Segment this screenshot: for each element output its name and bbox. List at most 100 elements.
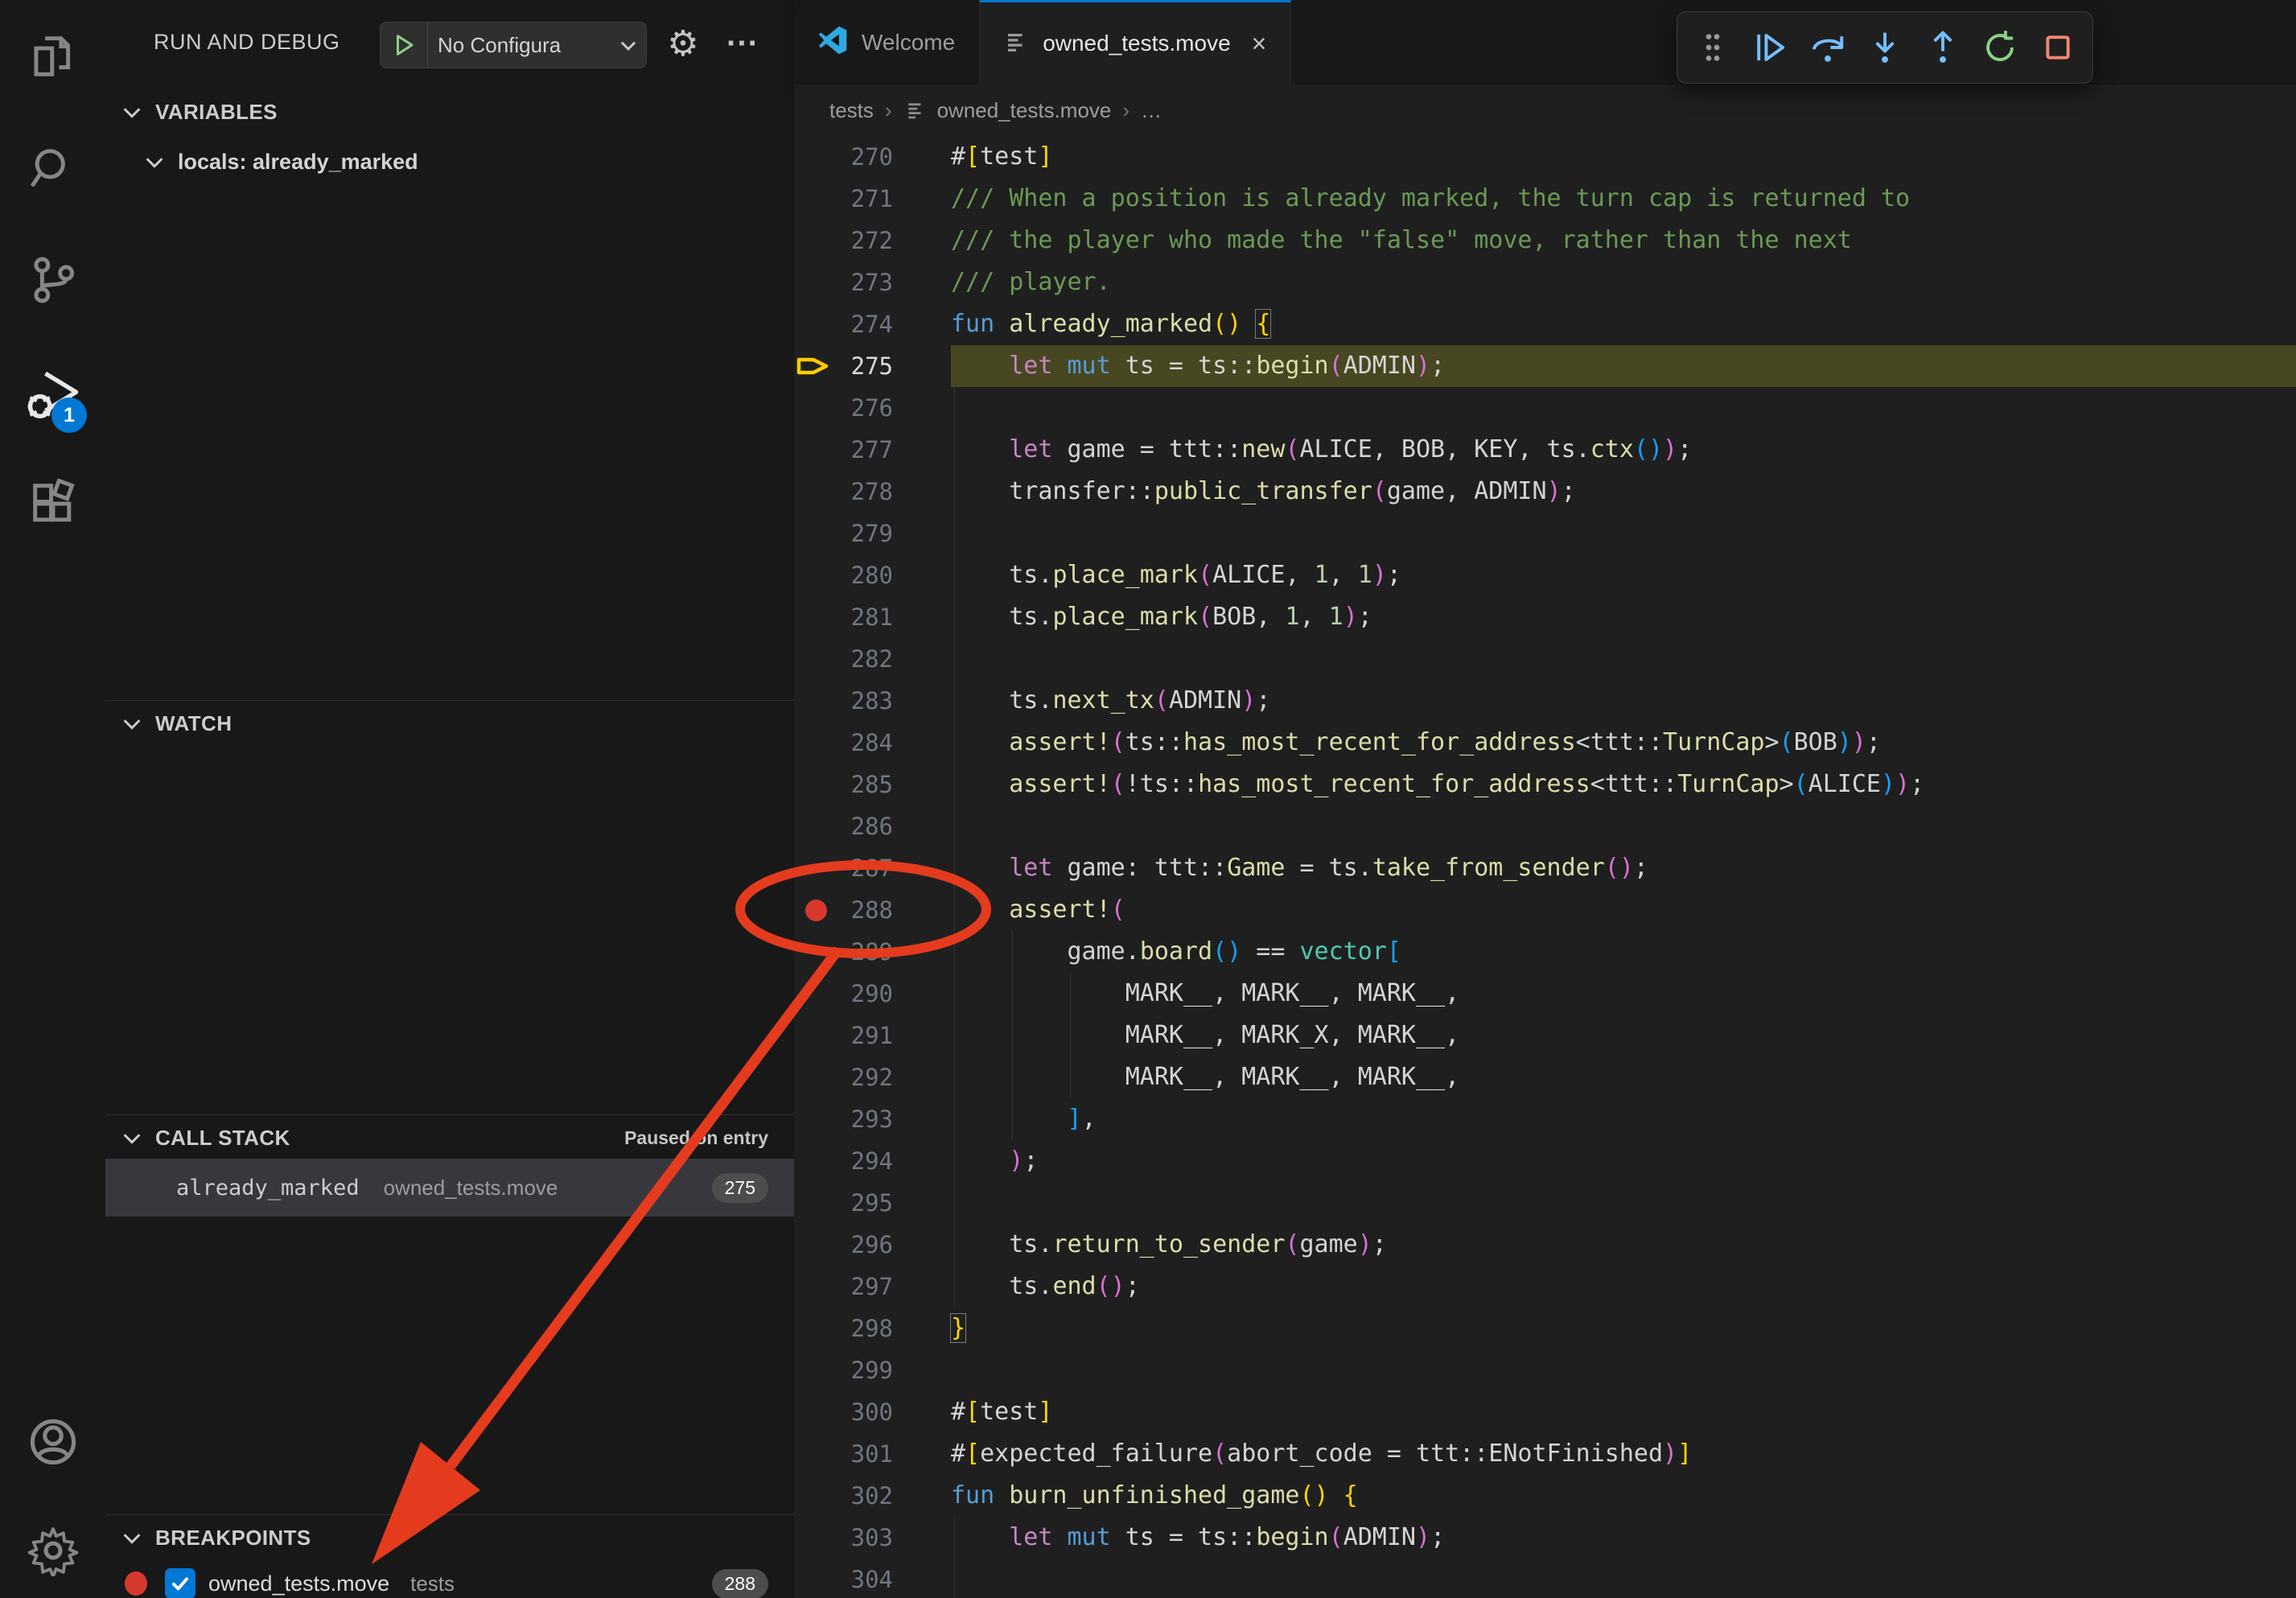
line-number[interactable]: 273	[794, 262, 951, 303]
line-number[interactable]: 278	[794, 471, 951, 513]
launch-config-dropdown[interactable]: No Configura	[380, 22, 647, 68]
code-line-text	[951, 805, 2296, 847]
chevron-down-icon	[120, 100, 144, 124]
line-number[interactable]: 297	[794, 1266, 951, 1308]
tab-welcome[interactable]: Welcome	[794, 0, 980, 84]
line-number[interactable]: 293	[794, 1098, 951, 1140]
breadcrumb-folder[interactable]: tests	[829, 98, 874, 123]
chevron-down-icon	[142, 150, 167, 174]
code-line-287: 287 let game: ttt::Game = ts.take_from_s…	[794, 847, 2296, 889]
breadcrumb-file[interactable]: owned_tests.move	[937, 98, 1112, 123]
line-number[interactable]: 289	[794, 931, 951, 973]
settings-gear-icon[interactable]	[0, 1512, 105, 1589]
step-into-icon[interactable]	[1862, 25, 1907, 70]
line-number[interactable]: 303	[794, 1517, 951, 1559]
code-line-text: let game = ttt::new(ALICE, BOB, KEY, ts.…	[951, 429, 2296, 471]
account-icon[interactable]	[0, 1403, 105, 1481]
chevron-right-icon: ›	[885, 98, 892, 123]
code-line-290: 290 MARK__, MARK__, MARK__,	[794, 973, 2296, 1015]
line-number[interactable]: 285	[794, 764, 951, 805]
section-divider	[105, 1514, 794, 1515]
line-number[interactable]: 291	[794, 1015, 951, 1056]
explorer-icon[interactable]	[0, 18, 105, 95]
breakpoint-row[interactable]: owned_tests.move tests 288	[105, 1559, 794, 1598]
code-line-294: 294 );	[794, 1140, 2296, 1182]
line-number[interactable]: 270	[794, 136, 951, 178]
code-line-text: #[expected_failure(abort_code = ttt::ENo…	[951, 1433, 2296, 1475]
run-and-debug-icon[interactable]: 1	[0, 356, 105, 433]
close-icon[interactable]: ×	[1252, 29, 1267, 59]
line-number[interactable]: 286	[794, 805, 951, 847]
tab-owned-tests-move[interactable]: owned_tests.move ×	[980, 0, 1291, 84]
line-number[interactable]: 276	[794, 387, 951, 429]
code-line-text: ts.next_tx(ADMIN);	[951, 680, 2296, 722]
line-number[interactable]: 298	[794, 1308, 951, 1349]
line-number[interactable]: 274	[794, 303, 951, 345]
line-number[interactable]: 280	[794, 554, 951, 596]
code-editor[interactable]: 270#[test]271/// When a position is alre…	[794, 136, 2296, 1598]
line-number[interactable]: 284	[794, 722, 951, 764]
call-stack-section-header[interactable]: CALL STACK Paused on entry	[105, 1116, 794, 1159]
line-number[interactable]: 295	[794, 1182, 951, 1224]
line-number[interactable]: 283	[794, 680, 951, 722]
line-number[interactable]: 272	[794, 220, 951, 262]
continue-icon[interactable]	[1747, 25, 1792, 70]
watch-section-header[interactable]: WATCH	[105, 702, 794, 745]
line-number[interactable]: 281	[794, 596, 951, 638]
code-line-283: 283 ts.next_tx(ADMIN);	[794, 680, 2296, 722]
more-actions-icon[interactable]: ···	[717, 18, 768, 69]
step-out-icon[interactable]	[1920, 25, 1965, 70]
line-number[interactable]: 304	[794, 1559, 951, 1598]
breadcrumb-more[interactable]: …	[1141, 98, 1162, 123]
variables-scope-row[interactable]: locals: already_marked	[105, 138, 794, 185]
debug-toolbar	[1677, 11, 2093, 84]
move-file-icon	[1004, 30, 1028, 58]
line-number[interactable]: 279	[794, 513, 951, 554]
breakpoint-dot-icon[interactable]	[805, 900, 827, 921]
line-number[interactable]: 271	[794, 178, 951, 220]
breakpoint-checkbox[interactable]	[165, 1568, 195, 1598]
line-number[interactable]: 287	[794, 847, 951, 889]
code-line-text: assert!(	[951, 889, 2296, 931]
code-line-302: 302fun burn_unfinished_game() {	[794, 1475, 2296, 1517]
chevron-down-icon	[611, 35, 646, 56]
line-number[interactable]: 300	[794, 1391, 951, 1433]
line-number[interactable]: 292	[794, 1056, 951, 1098]
call-stack-label: CALL STACK	[155, 1126, 290, 1151]
code-line-text: MARK__, MARK_X, MARK__,	[951, 1015, 2296, 1056]
code-line-text: #[test]	[951, 136, 2296, 178]
line-number[interactable]: 299	[794, 1349, 951, 1391]
code-line-text: ],	[951, 1098, 2296, 1140]
restart-icon[interactable]	[1977, 25, 2022, 70]
line-number[interactable]: 294	[794, 1140, 951, 1182]
line-number[interactable]: 288	[794, 889, 951, 931]
drag-handle-icon[interactable]	[1690, 25, 1735, 70]
code-line-text: }	[951, 1308, 2296, 1349]
code-line-text	[951, 513, 2296, 554]
line-number[interactable]: 302	[794, 1475, 951, 1517]
extensions-icon[interactable]	[0, 465, 105, 542]
start-debug-icon[interactable]	[381, 23, 428, 68]
stack-frame-line-badge: 275	[712, 1173, 768, 1203]
step-over-icon[interactable]	[1805, 25, 1850, 70]
source-control-icon[interactable]	[0, 241, 105, 319]
debug-settings-gear-icon[interactable]: ⚙	[657, 18, 709, 69]
stop-icon[interactable]	[2035, 25, 2080, 70]
breadcrumb: tests › owned_tests.move › …	[794, 84, 2296, 136]
line-number[interactable]: 282	[794, 638, 951, 680]
stack-frame-row[interactable]: already_marked owned_tests.move 275	[105, 1159, 794, 1217]
stack-frame-file: owned_tests.move	[384, 1176, 558, 1201]
code-line-284: 284 assert!(ts::has_most_recent_for_addr…	[794, 722, 2296, 764]
line-number[interactable]: 296	[794, 1224, 951, 1266]
code-line-282: 282	[794, 638, 2296, 680]
line-number[interactable]: 277	[794, 429, 951, 471]
line-number[interactable]: 301	[794, 1433, 951, 1475]
variables-section-header[interactable]: VARIABLES	[105, 90, 794, 134]
search-icon[interactable]	[0, 130, 105, 208]
line-number[interactable]: 275	[794, 345, 951, 387]
code-line-text: /// When a position is already marked, t…	[951, 178, 2296, 220]
code-line-272: 272/// the player who made the "false" m…	[794, 220, 2296, 262]
breakpoints-section-header[interactable]: BREAKPOINTS	[105, 1516, 794, 1559]
line-number[interactable]: 290	[794, 973, 951, 1015]
run-debug-sidebar: RUN AND DEBUG No Configura ⚙ ··· VARIABL…	[105, 0, 795, 1598]
